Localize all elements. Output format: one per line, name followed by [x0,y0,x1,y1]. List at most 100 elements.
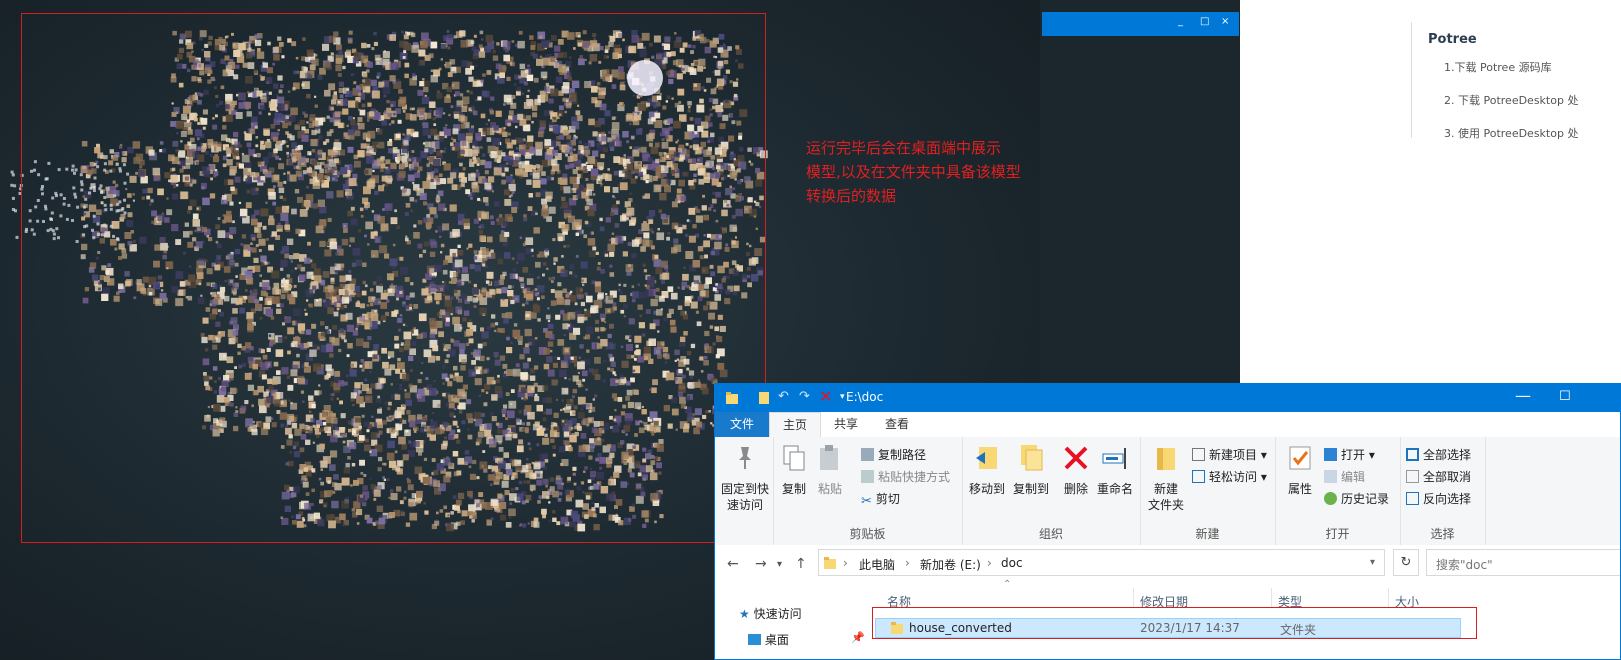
organize-group-label: 组织 [1038,527,1063,541]
minimize-icon[interactable]: — [1515,386,1531,405]
toc-item[interactable]: 1.下载 Potree 源码库 [1444,59,1578,75]
open-button[interactable]: 打开 ▾ [1324,446,1375,463]
copy-button[interactable]: 复制 [777,443,811,497]
move-to-button[interactable]: 移动到 [966,443,1008,497]
breadcrumb-separator-icon: › [843,556,848,570]
properties-icon [1289,446,1311,470]
tab-view[interactable]: 查看 [873,412,921,437]
nav-quick-access-label: 快速访问 [753,607,802,621]
annotation-line-2: 模型,以及在文件夹中具备该模型 [806,163,1021,181]
properties-quick-icon[interactable] [757,391,771,405]
history-label: 历史记录 [1341,492,1390,506]
organize-group: 移动到 复制到 删除 重命名 组织 [962,437,1141,545]
forward-arrow-icon[interactable]: → [755,556,767,572]
move-to-label: 移动到 [968,482,1005,496]
cut-button[interactable]: ✂ 剪切 [861,490,900,509]
up-arrow-icon[interactable]: ↑ [795,556,807,572]
new-folder-label-1: 新建 [1153,482,1178,496]
annotation-line-1: 运行完毕后会在桌面端中展示 [806,139,1002,157]
invert-selection-label: 反向选择 [1423,492,1472,506]
move-to-icon [976,447,997,469]
refresh-icon[interactable]: ↻ [1393,549,1419,576]
mini-window[interactable]: _ □ × [1042,12,1239,36]
copy-to-label: 复制到 [1012,482,1049,496]
column-divider [1133,588,1134,608]
toc-heading: Potree [1428,32,1477,47]
rename-label: 重命名 [1096,482,1133,496]
recent-chevron-icon[interactable]: ▾ [777,559,782,570]
pin-icon: 📌 [851,631,865,644]
new-folder-icon [1157,448,1175,470]
cut-label: 剪切 [875,492,900,506]
new-group-label: 新建 [1195,527,1220,541]
paste-label: 粘贴 [817,482,842,496]
copy-path-icon [861,448,874,461]
edit-button[interactable]: 编辑 [1324,468,1365,485]
close-icon[interactable]: × [1221,16,1229,27]
address-dropdown-icon[interactable]: ▾ [1370,557,1375,568]
select-none-button[interactable]: 全部取消 [1406,468,1471,485]
paste-icon [820,445,838,470]
maximize-icon[interactable]: ☐ [1559,389,1571,404]
breadcrumb-separator-icon: › [987,556,992,570]
nav-item-desktop[interactable]: 桌面 📌 [748,631,865,648]
edit-icon [1324,470,1337,483]
redo-icon[interactable]: ↷ [799,389,810,404]
chevron-down-icon[interactable]: ▾ [840,392,845,402]
maximize-icon[interactable]: □ [1200,16,1209,27]
copy-to-button[interactable]: 复制到 [1010,443,1052,497]
invert-selection-button[interactable]: 反向选择 [1406,490,1471,507]
pin-icon [739,447,751,469]
rename-button[interactable]: 重命名 [1094,443,1136,497]
nav-item-quick-access[interactable]: ★ 快速访问 [739,605,802,622]
paste-shortcut-button[interactable]: 粘贴快捷方式 [861,468,950,485]
open-group: 属性 打开 ▾ 编辑 历史记录 打开 [1275,437,1401,545]
toc-item[interactable]: 3. 使用 PotreeDesktop 处 [1444,125,1578,141]
new-folder-button[interactable]: 新建 文件夹 [1146,443,1186,513]
open-group-label: 打开 [1325,527,1350,541]
address-bar[interactable]: › 此电脑 › 新加卷 (E:) › doc ▾ [818,549,1385,576]
nav-desktop-label: 桌面 [764,633,789,647]
paste-shortcut-icon [861,470,874,483]
select-all-button[interactable]: 全部选择 [1406,446,1471,463]
easy-access-button[interactable]: 轻松访问 ▾ [1192,468,1267,485]
invert-selection-icon [1406,492,1419,505]
copy-path-button[interactable]: 复制路径 [861,446,926,463]
clipboard-group: 复制 粘贴 复制路径 粘贴快捷方式 ✂ 剪切 剪贴板 [773,437,963,545]
rename-icon [1102,448,1126,469]
properties-button[interactable]: 属性 [1283,443,1317,497]
back-arrow-icon[interactable]: ← [727,556,739,572]
properties-label: 属性 [1287,482,1312,496]
select-all-icon [1406,448,1419,461]
table-of-contents: Potree 1.下载 Potree 源码库 2. 下载 PotreeDeskt… [1411,22,1578,141]
annotation-highlight-row [872,607,1477,639]
delete-button[interactable]: 删除 [1060,443,1092,497]
breadcrumb-drive[interactable]: 新加卷 (E:) [920,556,981,573]
breadcrumb-separator-icon: › [905,556,910,570]
copy-path-label: 复制路径 [878,448,927,462]
history-button[interactable]: 历史记录 [1324,490,1389,507]
pin-quick-access-button[interactable]: 固定到快 速访问 [721,443,769,513]
search-input[interactable]: 搜索"doc" [1426,549,1620,576]
explorer-titlebar: ↶ ↷ ✕ ▾ E:\doc — ☐ [715,384,1620,412]
delete-quick-icon[interactable]: ✕ [819,387,832,406]
pin-group: 固定到快 速访问 [715,437,774,545]
navigation-pane: ★ 快速访问 桌面 📌 [739,605,865,648]
undo-icon[interactable]: ↶ [778,389,789,404]
tab-share[interactable]: 共享 [822,412,870,437]
ribbon: 固定到快 速访问 复制 粘贴 复制路径 粘贴快捷方式 ✂剪切 剪贴板 移动到 [715,437,1620,546]
scissors-icon: ✂ [861,494,872,509]
toc-item[interactable]: 2. 下载 PotreeDesktop 处 [1444,92,1578,108]
select-all-label: 全部选择 [1423,448,1472,462]
paste-button[interactable]: 粘贴 [813,443,847,497]
minimize-icon[interactable]: _ [1178,16,1183,27]
new-item-button[interactable]: 新建项目 ▾ [1192,446,1267,463]
history-icon [1324,492,1337,505]
copy-to-icon [1021,445,1043,471]
breadcrumb-doc[interactable]: doc [1001,556,1023,570]
column-divider [1271,588,1272,608]
tab-home[interactable]: 主页 [769,412,821,438]
copy-icon [783,445,805,471]
tab-file[interactable]: 文件 [715,412,769,437]
breadcrumb-this-pc[interactable]: 此电脑 [859,556,895,573]
